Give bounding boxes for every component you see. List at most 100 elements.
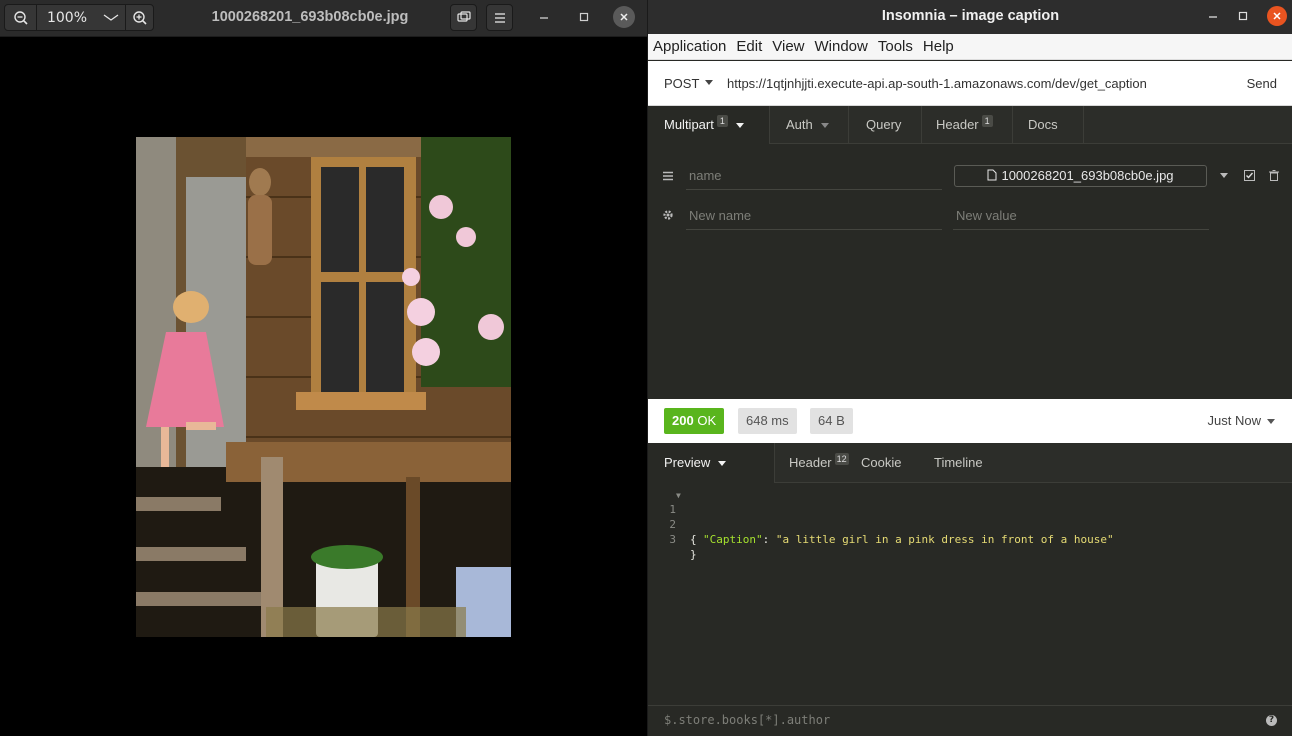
request-tabs: Multipart 1 Auth Query Header 1 Docs <box>648 106 1292 144</box>
tab-header[interactable]: Header 1 <box>922 106 1012 144</box>
tab-docs-label: Docs <box>1028 117 1058 132</box>
response-status-bar: 200 OK 648 ms 64 B Just Now <box>648 399 1292 443</box>
code-line: 1 ▼ { <box>648 487 1292 546</box>
viewer-close-button[interactable] <box>613 6 635 28</box>
tab-docs[interactable]: Docs <box>1013 106 1083 144</box>
zoom-control-group: 100% <box>4 4 154 31</box>
viewer-maximize-button[interactable] <box>573 6 595 28</box>
insomnia-window: Insomnia – image caption Application Edi… <box>647 0 1292 736</box>
tab-timeline[interactable]: Timeline <box>934 443 1014 483</box>
maximize-icon <box>579 12 589 22</box>
displayed-photo <box>136 137 511 637</box>
file-select-button[interactable]: 1000268201_693b08cb0e.jpg <box>954 165 1207 187</box>
tab-multipart-label: Multipart <box>664 117 714 132</box>
line-number: 3 <box>669 533 676 546</box>
tab-timeline-label: Timeline <box>934 455 983 470</box>
tab-multipart[interactable]: Multipart 1 <box>648 106 769 144</box>
zoom-dropdown-button[interactable] <box>97 5 125 30</box>
fold-arrow-icon[interactable]: ▼ <box>676 488 681 503</box>
tab-cookie[interactable]: Cookie <box>861 443 933 483</box>
json-string-value: "a little girl in a pink dress in front … <box>775 533 1114 546</box>
menu-window[interactable]: Window <box>815 38 868 55</box>
response-history-label: Just Now <box>1207 413 1261 428</box>
gear-icon[interactable] <box>662 209 674 221</box>
checkbox-checked-icon[interactable] <box>1244 170 1255 181</box>
code-line: 3 } <box>648 517 1292 561</box>
caret-down-icon <box>1220 172 1228 178</box>
menu-help[interactable]: Help <box>923 38 954 55</box>
tab-header-label: Header <box>936 117 979 132</box>
tab-preview-label: Preview <box>664 455 711 470</box>
hamburger-menu-icon <box>494 12 505 23</box>
json-close-brace: } <box>690 548 697 561</box>
viewer-header-bar: 100% 1000268201_693b08cb0e.jpg <box>0 0 647 37</box>
response-size-badge: 64 B <box>810 408 853 434</box>
caret-down-icon <box>718 461 727 467</box>
response-tabs: Preview Header 12 Cookie Timeline <box>648 443 1292 483</box>
response-filter-bar: $.store.books[*].author ? <box>648 705 1292 736</box>
chevron-down-icon <box>103 13 119 21</box>
multipart-name-field[interactable]: name <box>686 164 942 190</box>
image-viewer-window: 100% 1000268201_693b08cb0e.jpg <box>0 0 647 736</box>
zoom-out-icon <box>13 10 28 25</box>
json-open-brace: { <box>690 533 697 546</box>
viewer-minimize-button[interactable] <box>533 6 555 28</box>
response-header-count-badge: 12 <box>834 453 849 465</box>
file-icon <box>987 169 997 181</box>
maximize-icon <box>1238 11 1248 21</box>
menu-edit[interactable]: Edit <box>736 38 762 55</box>
insomnia-minimize-button[interactable] <box>1203 6 1223 26</box>
url-input[interactable]: https://1qtjnhjjti.execute-api.ap-south-… <box>727 61 1147 106</box>
tab-auth[interactable]: Auth <box>770 106 848 144</box>
minimize-icon <box>540 17 548 19</box>
url-bar: POST https://1qtjnhjjti.execute-api.ap-s… <box>648 61 1292 106</box>
status-code: 200 <box>672 413 694 428</box>
method-dropdown[interactable]: POST <box>664 61 699 106</box>
viewer-menu-button[interactable] <box>486 4 513 31</box>
trash-icon[interactable] <box>1269 170 1279 181</box>
code-line: 2 "Caption": "a little girl in a pink dr… <box>648 502 1292 546</box>
menu-view[interactable]: View <box>772 38 804 55</box>
caret-down-icon <box>1267 419 1275 425</box>
new-name-field[interactable]: New name <box>686 204 942 230</box>
viewer-file-title: 1000268201_693b08cb0e.jpg <box>211 9 409 25</box>
tab-query-label: Query <box>866 117 902 132</box>
zoom-out-button[interactable] <box>5 5 36 30</box>
zoom-level-label[interactable]: 100% <box>37 5 97 30</box>
tab-query[interactable]: Query <box>849 106 921 144</box>
window-title: Insomnia – image caption <box>881 8 1060 24</box>
tab-auth-label: Auth <box>786 117 813 132</box>
row-options-dropdown[interactable] <box>1220 168 1228 181</box>
tab-cookie-label: Cookie <box>861 455 902 470</box>
response-time-badge: 648 ms <box>738 408 797 434</box>
slideshow-icon <box>456 10 471 22</box>
response-history-dropdown[interactable]: Just Now <box>1208 399 1275 443</box>
response-filter-input[interactable]: $.store.books[*].author <box>664 706 830 736</box>
zoom-in-button[interactable] <box>126 5 154 30</box>
slideshow-button[interactable] <box>450 4 477 31</box>
menu-bar: Application Edit View Window Tools Help <box>648 34 1292 60</box>
tab-response-header[interactable]: Header 12 <box>775 443 861 483</box>
caret-down-icon <box>820 123 829 129</box>
zoom-in-icon <box>133 10 147 25</box>
insomnia-maximize-button[interactable] <box>1233 6 1253 26</box>
multipart-count-badge: 1 <box>716 115 728 127</box>
menu-tools[interactable]: Tools <box>878 38 913 55</box>
selected-file-name: 1000268201_693b08cb0e.jpg <box>1001 168 1174 183</box>
insomnia-titlebar: Insomnia – image caption <box>648 0 1292 34</box>
caret-down-icon <box>735 123 744 129</box>
response-body-viewer[interactable]: 1 ▼ { 2 "Caption": "a little girl in a p… <box>648 485 1292 685</box>
new-value-field[interactable]: New value <box>953 204 1209 230</box>
drag-handle-icon[interactable] <box>662 170 674 182</box>
close-icon <box>620 13 628 21</box>
insomnia-close-button[interactable] <box>1267 6 1287 26</box>
close-icon <box>1273 12 1281 20</box>
tab-preview[interactable]: Preview <box>648 443 774 483</box>
json-key: "Caption" <box>703 533 763 546</box>
help-icon[interactable]: ? <box>1266 715 1277 726</box>
caret-down-icon <box>705 80 713 85</box>
send-button[interactable]: Send <box>1247 61 1277 106</box>
minimize-icon <box>1209 16 1217 18</box>
menu-application[interactable]: Application <box>653 38 726 55</box>
header-count-badge: 1 <box>981 115 993 127</box>
